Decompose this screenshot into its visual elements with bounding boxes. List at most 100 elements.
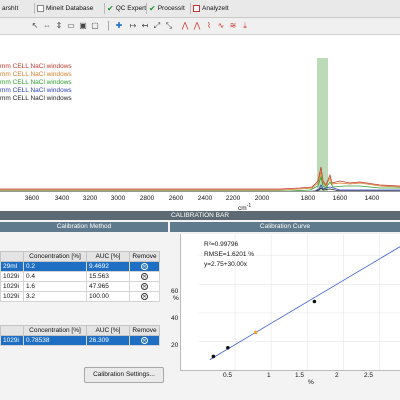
- standards-table: Concentration [%] AUC [%] Remove 29ml 0.…: [0, 251, 160, 302]
- nav-label: MineIt Database: [46, 5, 94, 12]
- standard-concentration[interactable]: 3.2: [23, 291, 87, 302]
- spectrum-x-axis: 3600 3400 3200 3000 2800 2600 2400 2200 …: [0, 191, 400, 212]
- table-row[interactable]: 1029i 3.2 100.00 ✕: [0, 291, 160, 302]
- peak-icon[interactable]: ⋀: [180, 21, 190, 31]
- x-tick-label: 2: [335, 372, 339, 379]
- r-squared-text: R²=0.99796: [204, 241, 239, 248]
- remove-icon[interactable]: ✕: [141, 283, 148, 290]
- nav-item-analyzeit[interactable]: AnalyzeIt: [193, 3, 229, 14]
- nav-item-searchit[interactable]: arshIt: [2, 3, 18, 14]
- column-header: Concentration [%]: [23, 325, 87, 336]
- expand-icon[interactable]: ⤢: [152, 21, 162, 31]
- unknown-concentration: 0.78538: [23, 335, 87, 346]
- x-tick-label: 3000: [110, 195, 126, 202]
- nav-item-mineit-database[interactable]: MineIt Database: [37, 3, 93, 14]
- x-tick-label: 1: [267, 372, 271, 379]
- pointer-icon[interactable]: ↖: [30, 21, 40, 31]
- table-row[interactable]: 1029i 0.4 15.563 ✕: [0, 271, 160, 282]
- column-header: AUC [%]: [86, 325, 130, 336]
- standard-concentration[interactable]: 1.6: [23, 281, 87, 292]
- table-header-row: Concentration [%] AUC [%] Remove: [0, 325, 160, 336]
- zoom-box-icon[interactable]: ▭: [66, 21, 76, 31]
- x-tick-label: 2200: [225, 195, 241, 202]
- zoom-x-icon[interactable]: ⇔: [42, 21, 52, 31]
- nav-divider: [104, 3, 105, 14]
- remove-icon[interactable]: ✕: [141, 293, 148, 300]
- panel-title: Calibration Method: [0, 222, 168, 232]
- standard-auc: 9.4692: [86, 261, 130, 272]
- standard-point: [312, 299, 317, 304]
- x-tick-label: 3400: [54, 195, 70, 202]
- nav-item-processit[interactable]: ✔ ProcessIt: [149, 3, 185, 14]
- calibration-settings-button[interactable]: Calibration Settings...: [84, 367, 164, 383]
- unit-exponent: -1: [246, 203, 252, 209]
- nav-item-qc-expert[interactable]: ✔ QC Expert: [107, 3, 146, 14]
- unknown-auc: 26.309: [86, 335, 130, 346]
- nav-label: arshIt: [2, 5, 19, 12]
- column-header: [0, 251, 24, 262]
- x-tick-label: 2400: [197, 195, 213, 202]
- y-tick-label: 20: [171, 342, 179, 349]
- table-row[interactable]: 1029i 0.78538 26.309 ✕: [0, 335, 160, 346]
- x-tick-label: 2800: [139, 195, 155, 202]
- nav-label: QC Expert: [115, 5, 147, 12]
- nav-divider: [146, 3, 147, 14]
- spectrum-trace: [0, 166, 400, 190]
- zoom-out-icon[interactable]: ▢: [90, 21, 100, 31]
- module-nav-bar: arshIt MineIt Database ✔ QC Expert ✔ Pro…: [0, 0, 400, 18]
- remove-icon[interactable]: ✕: [141, 273, 148, 280]
- unknown-name: 1029i: [0, 335, 24, 346]
- zoom-in-icon[interactable]: ▣: [78, 21, 88, 31]
- column-header: Remove: [129, 251, 160, 262]
- crosshair-icon[interactable]: ✚: [114, 21, 124, 31]
- regression-equation: y=2.75+30.00x: [204, 261, 248, 268]
- x-tick-label: 1400: [364, 195, 380, 202]
- table-row[interactable]: 29ml 0.2 9.4692 ✕: [0, 261, 160, 272]
- y-tick-label: 40: [171, 315, 179, 322]
- fit-x-icon[interactable]: ↤: [140, 21, 150, 31]
- x-tick-label: 1.5: [295, 372, 305, 379]
- x-tick-label: 2600: [168, 195, 184, 202]
- x-axis-label: %: [308, 379, 314, 386]
- table-row[interactable]: 1029i 1.6 47.965 ✕: [0, 281, 160, 292]
- x-tick-label: 3200: [82, 195, 98, 202]
- standard-concentration[interactable]: 0.4: [23, 271, 87, 282]
- cursor-icon[interactable]: │: [104, 21, 114, 31]
- export-icon[interactable]: ⤓: [240, 21, 250, 31]
- unknown-point: [253, 330, 258, 335]
- standard-name: 1029i: [0, 291, 24, 302]
- calibration-bar: CALIBRATION BAR: [0, 211, 400, 220]
- standard-concentration[interactable]: 0.2: [23, 261, 87, 272]
- x-tick-label: 1600: [332, 195, 348, 202]
- check-icon: ✔: [149, 4, 156, 13]
- panel-title: Calibration Curve: [170, 222, 400, 232]
- shrink-icon[interactable]: ⤡: [164, 21, 174, 31]
- spectrum-plot[interactable]: mm CELL NaCl windows mm CELL NaCl window…: [0, 35, 400, 193]
- standard-name: 1029i: [0, 281, 24, 292]
- x-tick-label: 2.5: [364, 372, 374, 379]
- nav-divider: [34, 3, 35, 14]
- remove-icon[interactable]: ✕: [141, 263, 148, 270]
- standard-point: [211, 354, 216, 359]
- standard-auc: 100.00: [86, 291, 130, 302]
- zoom-y-icon[interactable]: ⇕: [54, 21, 64, 31]
- rmse-text: RMSE=1.6201 %: [204, 251, 255, 258]
- region-icon[interactable]: ⌇: [204, 21, 214, 31]
- column-header: Remove: [129, 325, 160, 336]
- nav-divider: [190, 3, 191, 14]
- standard-point: [226, 345, 230, 350]
- axis-line: [0, 191, 400, 192]
- overlay-icon[interactable]: ≋: [228, 21, 238, 31]
- remove-icon[interactable]: ✕: [141, 337, 148, 344]
- nav-label: AnalyzeIt: [202, 5, 229, 12]
- standard-name: 1029i: [0, 271, 24, 282]
- x-tick-label: 3600: [24, 195, 40, 202]
- standard-name: 29ml: [0, 261, 24, 272]
- baseline-icon[interactable]: ∿: [216, 21, 226, 31]
- fit-icon[interactable]: ↦: [128, 21, 138, 31]
- standard-auc: 15.563: [86, 271, 130, 282]
- column-header: Concentration [%]: [23, 251, 87, 262]
- chart-icon: [193, 5, 200, 12]
- peak-pick-icon[interactable]: ⋀: [192, 21, 202, 31]
- standard-auc: 47.965: [86, 281, 130, 292]
